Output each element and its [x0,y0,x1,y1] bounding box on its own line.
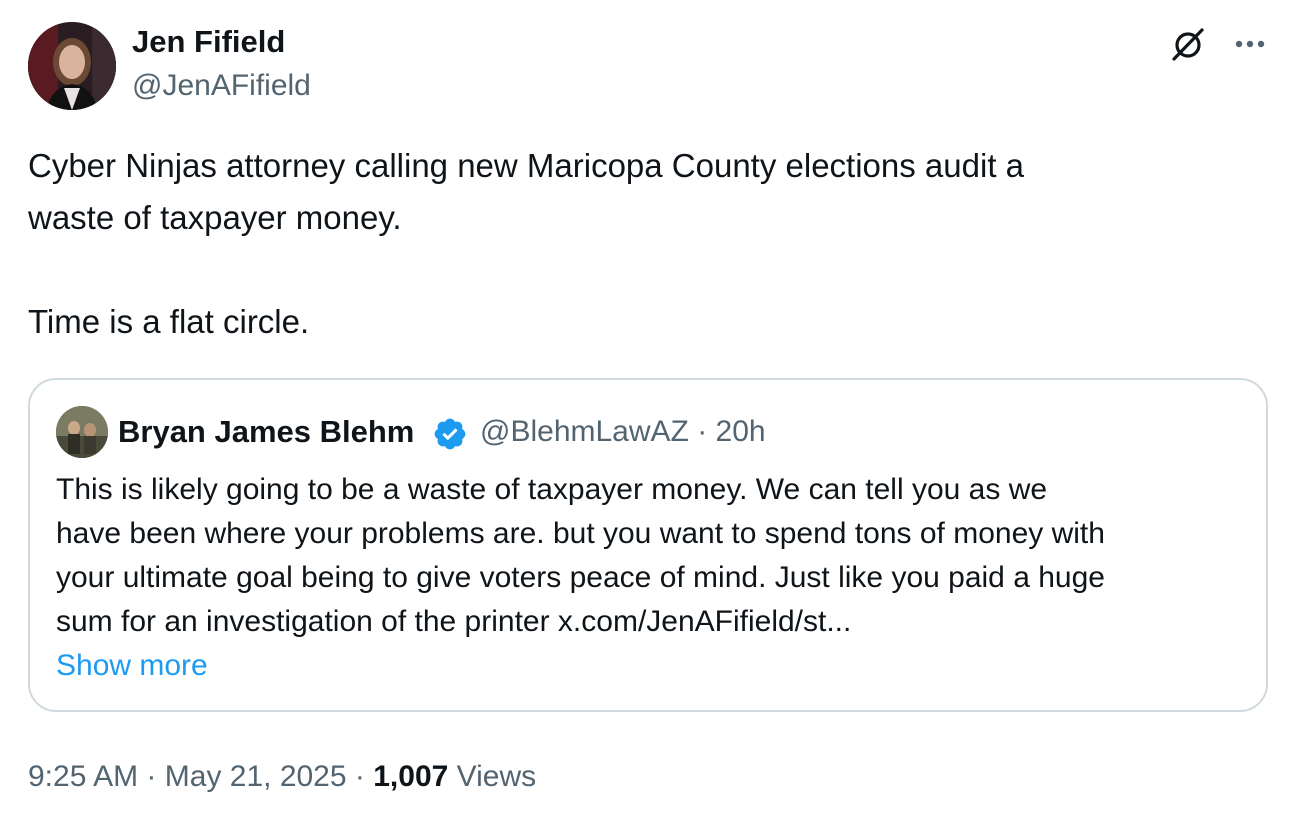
post-date[interactable]: May 21, 2025 [165,760,347,793]
tweet-line: waste of taxpayer money. [28,199,402,236]
quoted-line: your ultimate goal being to give voters … [56,561,1105,594]
quoted-line: have been where your problems are. but y… [56,517,1105,550]
tweet: Jen Fifield @JenAFifield Cyber Ninjas at… [0,0,1296,826]
grok-icon[interactable] [1168,24,1208,64]
verified-badge-icon [434,418,466,450]
tweet-line: Cyber Ninjas attorney calling new Marico… [28,147,1025,184]
author-handle[interactable]: @JenAFifield [132,67,311,105]
quoted-author-avatar[interactable] [56,406,108,458]
quoted-author-handle[interactable]: @BlehmLawAZ [480,415,689,448]
quoted-meta: @BlehmLawAZ · 20h [480,412,766,452]
tweet-text: Cyber Ninjas attorney calling new Marico… [28,140,1258,348]
quoted-author-name[interactable]: Bryan James Blehm [118,412,414,452]
views-count: 1,007 [373,760,449,793]
tweet-footer: 9:25 AM · May 21, 2025 · 1,007 Views [28,756,536,798]
separator-dot: · [354,760,365,793]
quoted-timestamp[interactable]: 20h [716,415,766,448]
author-avatar[interactable] [28,22,116,110]
post-time[interactable]: 9:25 AM [28,760,138,793]
separator-dot: · [146,760,157,793]
quoted-text: This is likely going to be a waste of ta… [56,468,1256,644]
show-more-link[interactable]: Show more [56,644,208,688]
quoted-line: sum for an investigation of the printer … [56,605,852,638]
separator-dot: · [697,415,708,448]
views-label: Views [456,760,537,793]
quoted-tweet[interactable]: Bryan James Blehm @BlehmLawAZ · 20h This… [28,378,1268,712]
more-icon[interactable] [1230,26,1270,62]
author-name[interactable]: Jen Fifield [132,22,285,62]
quoted-line: This is likely going to be a waste of ta… [56,473,1048,506]
tweet-paragraph: Time is a flat circle. [28,303,310,340]
